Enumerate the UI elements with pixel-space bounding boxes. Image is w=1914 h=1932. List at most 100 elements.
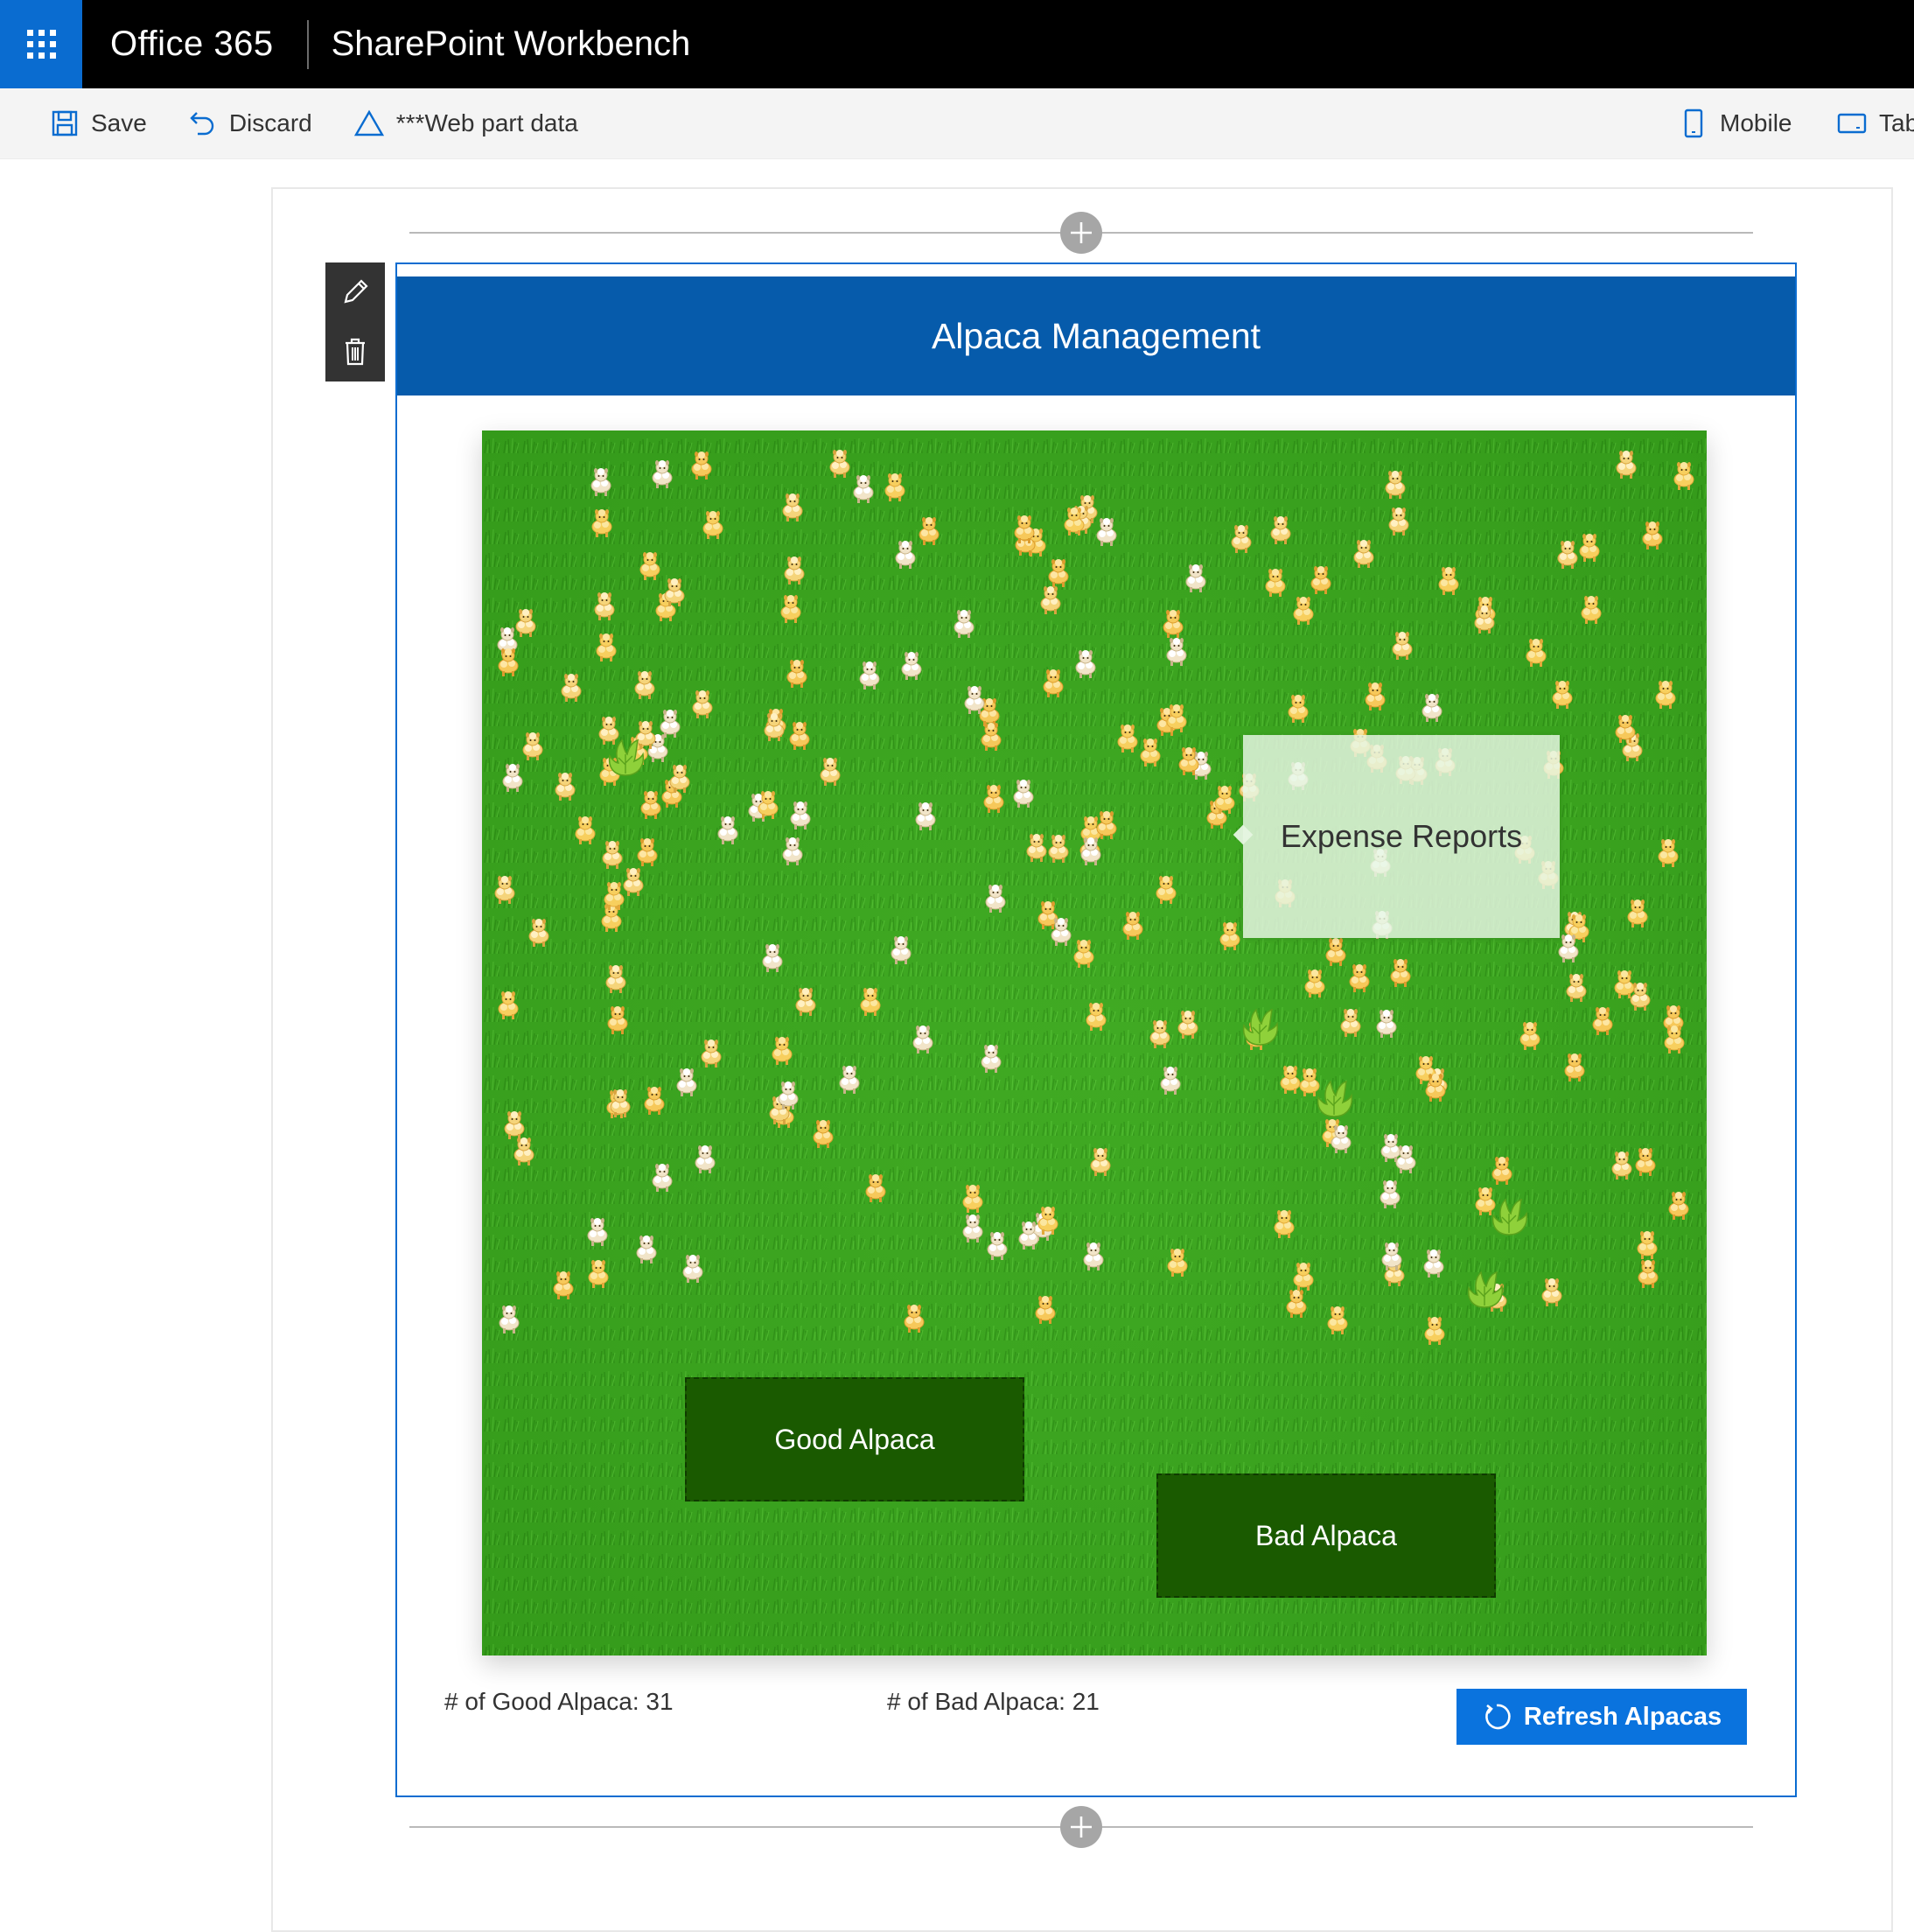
alpaca-sprite[interactable] bbox=[1381, 469, 1409, 500]
alpaca-sprite[interactable] bbox=[691, 1144, 719, 1175]
alpaca-sprite[interactable] bbox=[525, 917, 553, 948]
alpaca-sprite[interactable] bbox=[1159, 608, 1187, 640]
alpaca-sprite[interactable] bbox=[588, 508, 616, 539]
alpaca-sprite[interactable] bbox=[1634, 1258, 1662, 1290]
alpaca-sprite[interactable] bbox=[602, 963, 630, 995]
alpaca-sprite[interactable] bbox=[816, 756, 844, 788]
alpaca-sprite[interactable] bbox=[809, 1118, 837, 1150]
alpaca-sprite[interactable] bbox=[688, 689, 716, 720]
alpaca-sprite[interactable] bbox=[780, 555, 808, 586]
alpaca-sprite[interactable] bbox=[1044, 833, 1072, 864]
alpaca-sprite[interactable] bbox=[1034, 1205, 1062, 1236]
alpaca-sprite[interactable] bbox=[1163, 636, 1191, 668]
alpaca-sprite[interactable] bbox=[754, 789, 782, 821]
alpaca-sprite[interactable] bbox=[494, 990, 522, 1021]
alpaca-sprite[interactable] bbox=[1652, 679, 1680, 710]
alpaca-sprite[interactable] bbox=[959, 1183, 987, 1214]
alpaca-sprite[interactable] bbox=[1638, 520, 1666, 551]
alpaca-sprite[interactable] bbox=[1276, 1064, 1304, 1096]
alpaca-sprite[interactable] bbox=[557, 672, 585, 704]
alpaca-sprite[interactable] bbox=[1575, 532, 1603, 564]
alpaca-sprite[interactable] bbox=[891, 539, 919, 570]
alpaca-sprite[interactable] bbox=[1654, 837, 1682, 869]
alpaca-sprite[interactable] bbox=[881, 472, 909, 503]
alpaca-sprite[interactable] bbox=[959, 1213, 987, 1244]
alpaca-sprite[interactable] bbox=[1665, 1190, 1693, 1222]
alpaca-sprite[interactable] bbox=[549, 1270, 577, 1301]
alpaca-sprite[interactable] bbox=[1324, 1305, 1352, 1336]
alpaca-sprite[interactable] bbox=[606, 1088, 634, 1119]
bad-alpaca-dropzone[interactable]: Bad Alpaca bbox=[1156, 1474, 1496, 1598]
alpaca-sprite[interactable] bbox=[1307, 564, 1335, 596]
pasture-game-area[interactable]: Expense Reports Good Alpaca Bad Alpaca bbox=[482, 430, 1707, 1656]
alpaca-sprite[interactable] bbox=[779, 492, 807, 523]
alpaca-sprite[interactable] bbox=[977, 721, 1005, 752]
alpaca-sprite[interactable] bbox=[887, 934, 915, 966]
alpaca-sprite[interactable] bbox=[779, 836, 807, 867]
alpaca-sprite[interactable] bbox=[640, 1085, 668, 1116]
alpaca-sprite[interactable] bbox=[1037, 584, 1065, 616]
alpaca-sprite[interactable] bbox=[1670, 460, 1698, 492]
discard-button[interactable]: Discard bbox=[189, 88, 312, 158]
alpaca-sprite[interactable] bbox=[604, 1004, 632, 1036]
alpaca-sprite[interactable] bbox=[714, 815, 742, 846]
alpaca-sprite[interactable] bbox=[697, 1038, 725, 1069]
alpaca-sprite[interactable] bbox=[835, 1064, 863, 1096]
alpaca-sprite[interactable] bbox=[633, 836, 661, 868]
alpaca-sprite[interactable] bbox=[1322, 936, 1350, 968]
alpaca-sprite[interactable] bbox=[786, 720, 814, 752]
alpaca-sprite[interactable] bbox=[1301, 968, 1329, 999]
alpaca-sprite[interactable] bbox=[826, 448, 854, 480]
alpaca-sprite[interactable] bbox=[1261, 567, 1289, 598]
alpaca-sprite[interactable] bbox=[1538, 1277, 1566, 1308]
alpaca-sprite[interactable] bbox=[1039, 668, 1067, 699]
alpaca-sprite[interactable] bbox=[1146, 1018, 1174, 1050]
alpaca-sprite[interactable] bbox=[786, 800, 814, 831]
alpaca-sprite[interactable] bbox=[960, 684, 988, 716]
alpaca-sprite[interactable] bbox=[1072, 648, 1100, 680]
alpaca-sprite[interactable] bbox=[648, 458, 676, 490]
alpaca-sprite[interactable] bbox=[648, 1162, 676, 1194]
alpaca-sprite[interactable] bbox=[912, 801, 940, 832]
alpaca-sprite[interactable] bbox=[551, 771, 579, 802]
mobile-preview-button[interactable]: Mobile bbox=[1683, 88, 1792, 158]
alpaca-sprite[interactable] bbox=[499, 762, 527, 794]
alpaca-sprite[interactable] bbox=[1093, 809, 1121, 841]
alpaca-sprite[interactable] bbox=[1350, 538, 1378, 570]
alpaca-sprite[interactable] bbox=[1114, 723, 1142, 754]
alpaca-sprite[interactable] bbox=[1337, 1007, 1365, 1039]
alpaca-sprite[interactable] bbox=[1387, 957, 1415, 989]
alpaca-sprite[interactable] bbox=[1418, 692, 1446, 724]
alpaca-sprite[interactable] bbox=[983, 1230, 1011, 1262]
alpaca-sprite[interactable] bbox=[519, 731, 547, 762]
alpaca-sprite[interactable] bbox=[1488, 1155, 1516, 1186]
alpaca-sprite[interactable] bbox=[1227, 523, 1255, 555]
alpaca-sprite[interactable] bbox=[1548, 679, 1576, 710]
alpaca-sprite[interactable] bbox=[1421, 1315, 1449, 1347]
alpaca-sprite[interactable] bbox=[1624, 898, 1652, 929]
good-alpaca-dropzone[interactable]: Good Alpaca bbox=[685, 1377, 1024, 1502]
alpaca-sprite[interactable] bbox=[1631, 1146, 1659, 1178]
alpaca-sprite[interactable] bbox=[980, 783, 1008, 815]
alpaca-sprite[interactable] bbox=[1522, 637, 1550, 668]
alpaca-sprite[interactable] bbox=[1282, 1288, 1310, 1320]
alpaca-sprite[interactable] bbox=[1327, 1124, 1355, 1155]
alpaca-sprite[interactable] bbox=[1562, 972, 1590, 1004]
alpaca-sprite[interactable] bbox=[909, 1024, 937, 1055]
alpaca-sprite[interactable] bbox=[494, 647, 522, 678]
alpaca-sprite[interactable] bbox=[631, 669, 659, 701]
alpaca-sprite[interactable] bbox=[1470, 604, 1498, 635]
alpaca-sprite[interactable] bbox=[1633, 1229, 1661, 1261]
edit-web-part-button[interactable] bbox=[325, 262, 385, 322]
alpaca-sprite[interactable] bbox=[600, 880, 628, 912]
alpaca-sprite[interactable] bbox=[1152, 874, 1180, 906]
alpaca-sprite[interactable] bbox=[1376, 1179, 1404, 1210]
alpaca-sprite[interactable] bbox=[584, 1258, 612, 1290]
alpaca-sprite[interactable] bbox=[1009, 778, 1037, 809]
alpaca-sprite[interactable] bbox=[666, 763, 694, 794]
alpaca-sprite[interactable] bbox=[981, 883, 1009, 914]
alpaca-sprite[interactable] bbox=[1156, 1065, 1184, 1096]
alpaca-sprite[interactable] bbox=[1612, 449, 1640, 480]
alpaca-sprite[interactable] bbox=[862, 1172, 890, 1204]
alpaca-sprite[interactable] bbox=[679, 1253, 707, 1284]
